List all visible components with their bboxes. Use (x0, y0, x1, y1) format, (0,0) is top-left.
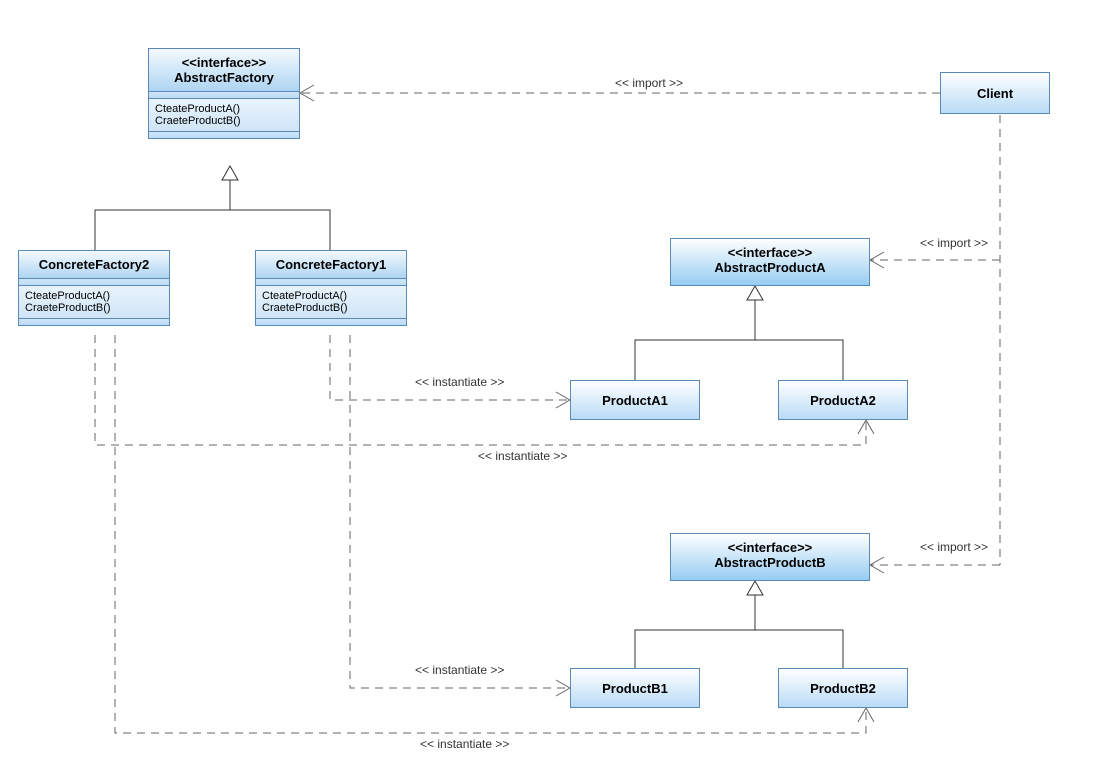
class-abstract-product-a: <<interface>> AbstractProductA (670, 238, 870, 286)
label-instantiate-4: << instantiate >> (420, 737, 509, 751)
op: CraeteProductB() (262, 302, 400, 314)
label-import-3: << import >> (920, 540, 988, 554)
label-instantiate-2: << instantiate >> (478, 449, 567, 463)
class-product-b1: ProductB1 (570, 668, 700, 708)
class-name: ProductA1 (602, 393, 668, 408)
arrow-cf2-pa2 (858, 420, 874, 434)
arrow-cf2-pb2 (858, 708, 874, 722)
class-client: Client (940, 72, 1050, 114)
op: CteateProductA() (155, 103, 293, 115)
class-product-a2: ProductA2 (778, 380, 908, 420)
class-name: AbstractFactory (174, 70, 274, 85)
label-instantiate-1: << instantiate >> (415, 375, 504, 389)
edge-cf1-pa1 (330, 335, 570, 400)
arrow-client-abstractproducta (870, 252, 884, 268)
op: CraeteProductB() (155, 115, 293, 127)
class-name: AbstractProductB (675, 555, 865, 570)
stereotype: <<interface>> (675, 245, 865, 260)
label-import-2: << import >> (920, 236, 988, 250)
class-name: ProductB2 (810, 681, 876, 696)
class-abstract-factory: <<interface>> AbstractFactory CteateProd… (148, 48, 300, 139)
class-name: ProductA2 (810, 393, 876, 408)
stereotype: <<interface>> (153, 55, 295, 70)
class-name: ConcreteFactory2 (39, 257, 150, 272)
class-product-b2: ProductB2 (778, 668, 908, 708)
arrow-cf1-pb1 (556, 680, 570, 696)
arrow-client-abstractfactory (300, 85, 314, 101)
edge-productsA-tree (635, 340, 843, 380)
edge-factories-to-abstract (95, 210, 330, 250)
label-instantiate-3: << instantiate >> (415, 663, 504, 677)
class-product-a1: ProductA1 (570, 380, 700, 420)
edge-cf2-pa2 (95, 335, 866, 445)
class-name: Client (977, 86, 1013, 101)
arrow-realization-factory (222, 166, 238, 180)
class-name: ProductB1 (602, 681, 668, 696)
class-abstract-product-b: <<interface>> AbstractProductB (670, 533, 870, 581)
edge-productsB-tree (635, 630, 843, 668)
class-concrete-factory-1: ConcreteFactory1 CteateProductA() Craete… (255, 250, 407, 326)
op: CteateProductA() (262, 290, 400, 302)
op: CraeteProductB() (25, 302, 163, 314)
class-concrete-factory-2: ConcreteFactory2 CteateProductA() Craete… (18, 250, 170, 326)
op: CteateProductA() (25, 290, 163, 302)
class-name: ConcreteFactory1 (276, 257, 387, 272)
arrow-gen-productA (747, 286, 763, 300)
label-import-1: << import >> (615, 76, 683, 90)
arrow-cf1-pa1 (556, 392, 570, 408)
arrow-gen-productB (747, 581, 763, 595)
arrow-client-abstractproductb (870, 557, 884, 573)
stereotype: <<interface>> (675, 540, 865, 555)
class-name: AbstractProductA (675, 260, 865, 275)
